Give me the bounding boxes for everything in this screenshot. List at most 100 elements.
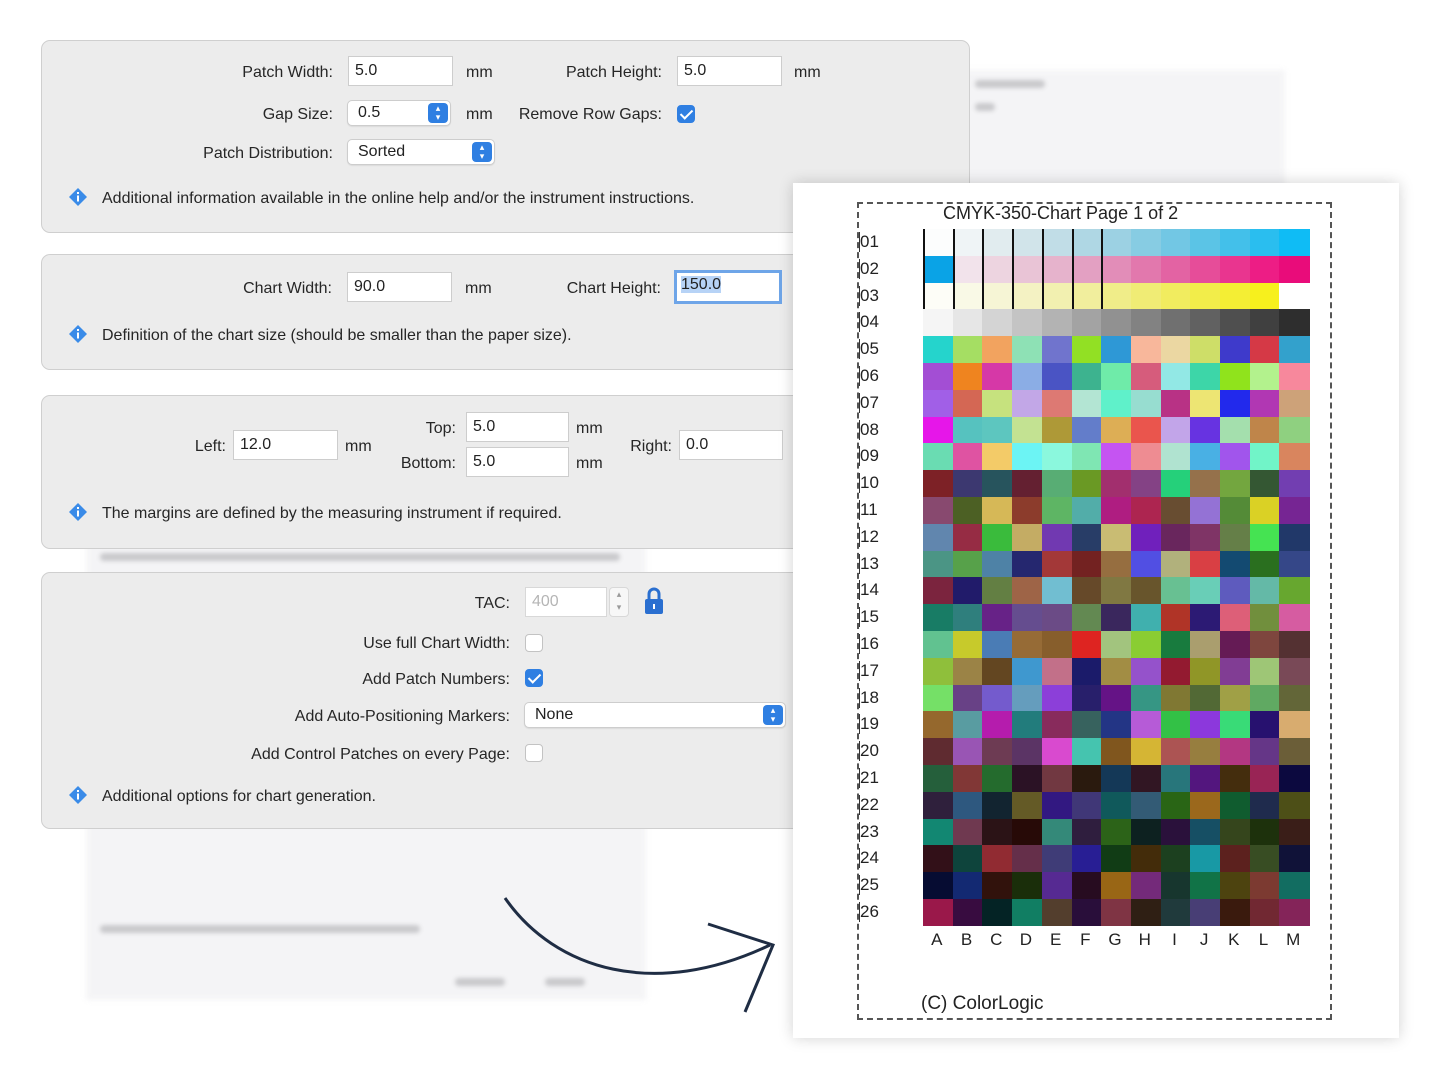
color-patch: [1220, 443, 1251, 471]
color-patch: [1249, 550, 1280, 578]
column-label-F: F: [1080, 930, 1091, 949]
color-patch: [1160, 684, 1191, 712]
color-patch: [1279, 255, 1310, 284]
color-patch: [1041, 282, 1072, 310]
color-patch: [1012, 363, 1043, 391]
color-patch: [1101, 765, 1132, 793]
color-patch: [1279, 818, 1310, 846]
color-patch: [1190, 738, 1221, 766]
select-arrows-icon: ▴ ▾: [428, 103, 448, 123]
color-patch: [1160, 255, 1191, 284]
color-patch: [923, 470, 954, 498]
color-patch: [1249, 791, 1280, 820]
color-patch: [982, 550, 1013, 578]
color-patch: [1220, 523, 1251, 552]
color-patch: [1041, 309, 1072, 337]
patch-size-info-text: Additional information available in the …: [102, 190, 695, 207]
color-patch: [1220, 416, 1251, 444]
color-patch: [1160, 389, 1191, 418]
chart-width-label: Chart Width:: [243, 280, 332, 297]
color-patch: [923, 604, 954, 632]
tac-input[interactable]: 400: [525, 587, 607, 617]
color-patch: [952, 389, 983, 418]
color-patch: [923, 497, 954, 525]
color-patch: [1012, 657, 1043, 686]
color-patch: [982, 309, 1013, 337]
color-patch: [1160, 443, 1191, 471]
color-patch: [1279, 389, 1310, 418]
row-number-04: 04: [859, 312, 883, 333]
color-patch: [1190, 684, 1221, 712]
color-patch: [1249, 899, 1280, 927]
color-patch: [923, 631, 954, 659]
color-patch: [1101, 604, 1132, 632]
right-margin-input[interactable]: 0.0: [679, 430, 783, 460]
color-patch: [1012, 497, 1043, 525]
left-margin-input[interactable]: 12.0: [233, 430, 338, 460]
top-margin-input[interactable]: 5.0: [466, 412, 569, 442]
color-patch: [982, 255, 1013, 284]
color-patch: [923, 765, 954, 793]
select-arrows-icon: ▴ ▾: [763, 705, 783, 725]
color-patch: [1130, 523, 1162, 552]
chart-height-input[interactable]: 150.0: [674, 270, 782, 304]
color-patch: [1279, 577, 1310, 605]
color-patch: [1101, 657, 1132, 686]
gap-size-select[interactable]: 0.5 ▴ ▾: [347, 100, 451, 126]
color-patch: [1130, 363, 1162, 391]
chart-preview: CMYK-350-Chart Page 1 of 2 01 02 03 04 05 06 0…: [793, 183, 1399, 1038]
color-patch: [1249, 818, 1280, 846]
color-patch: [982, 470, 1013, 498]
row-number-11: 11: [859, 500, 883, 520]
color-patch: [952, 255, 983, 284]
color-patch: [1190, 577, 1221, 605]
color-patch: [923, 443, 954, 471]
patch-width-input[interactable]: 5.0: [348, 56, 453, 86]
color-patch: [1012, 282, 1043, 310]
patch-height-input[interactable]: 5.0: [677, 56, 782, 86]
remove-row-gaps-checkbox[interactable]: [677, 105, 695, 123]
color-patch: [923, 845, 954, 873]
color-patch: [1279, 229, 1310, 257]
color-patch: [923, 791, 954, 820]
color-patch: [952, 845, 983, 873]
color-patch: [982, 738, 1013, 766]
color-patch: [1041, 818, 1072, 846]
select-arrows-icon: ▴ ▾: [472, 142, 492, 162]
color-patch: [1249, 336, 1280, 364]
color-patch: [1249, 604, 1280, 632]
patch-distribution-select[interactable]: Sorted ▴ ▾: [347, 139, 495, 165]
column-label-E: E: [1049, 930, 1062, 949]
bottom-margin-unit: mm: [576, 455, 603, 472]
control-patches-checkbox[interactable]: [525, 744, 543, 762]
full-width-checkbox[interactable]: [525, 634, 543, 652]
color-patch: [1012, 765, 1043, 793]
color-patch: [1130, 229, 1162, 257]
row-number-15: 15: [859, 607, 883, 628]
chart-width-input[interactable]: 90.0: [347, 272, 452, 302]
patch-height-label: Patch Height:: [565, 64, 662, 81]
color-patch: [1220, 255, 1251, 284]
column-label-G: G: [1108, 930, 1122, 949]
color-patch: [1160, 577, 1191, 605]
curved-arrow-icon: [503, 897, 776, 1013]
color-patch: [1041, 899, 1072, 927]
color-patch: [1101, 363, 1132, 391]
color-patch: [1160, 738, 1191, 766]
color-patch: [1012, 577, 1043, 605]
color-patch: [1220, 631, 1251, 659]
markers-select[interactable]: None ▴ ▾: [524, 702, 786, 728]
patch-numbers-checkbox[interactable]: [525, 669, 543, 687]
color-patch: [1041, 497, 1072, 525]
info-icon: [69, 188, 87, 206]
color-patch: [952, 791, 983, 820]
bottom-margin-input[interactable]: 5.0: [466, 447, 569, 477]
color-patch: [1279, 550, 1310, 578]
tac-stepper[interactable]: ▴ ▾: [609, 587, 629, 617]
color-patch: [1041, 631, 1072, 659]
row-number-01: 01: [859, 232, 883, 252]
color-patch: [1041, 336, 1072, 364]
color-patch: [1041, 523, 1072, 552]
lock-icon[interactable]: [644, 587, 664, 615]
row-number-10: 10: [859, 473, 883, 494]
